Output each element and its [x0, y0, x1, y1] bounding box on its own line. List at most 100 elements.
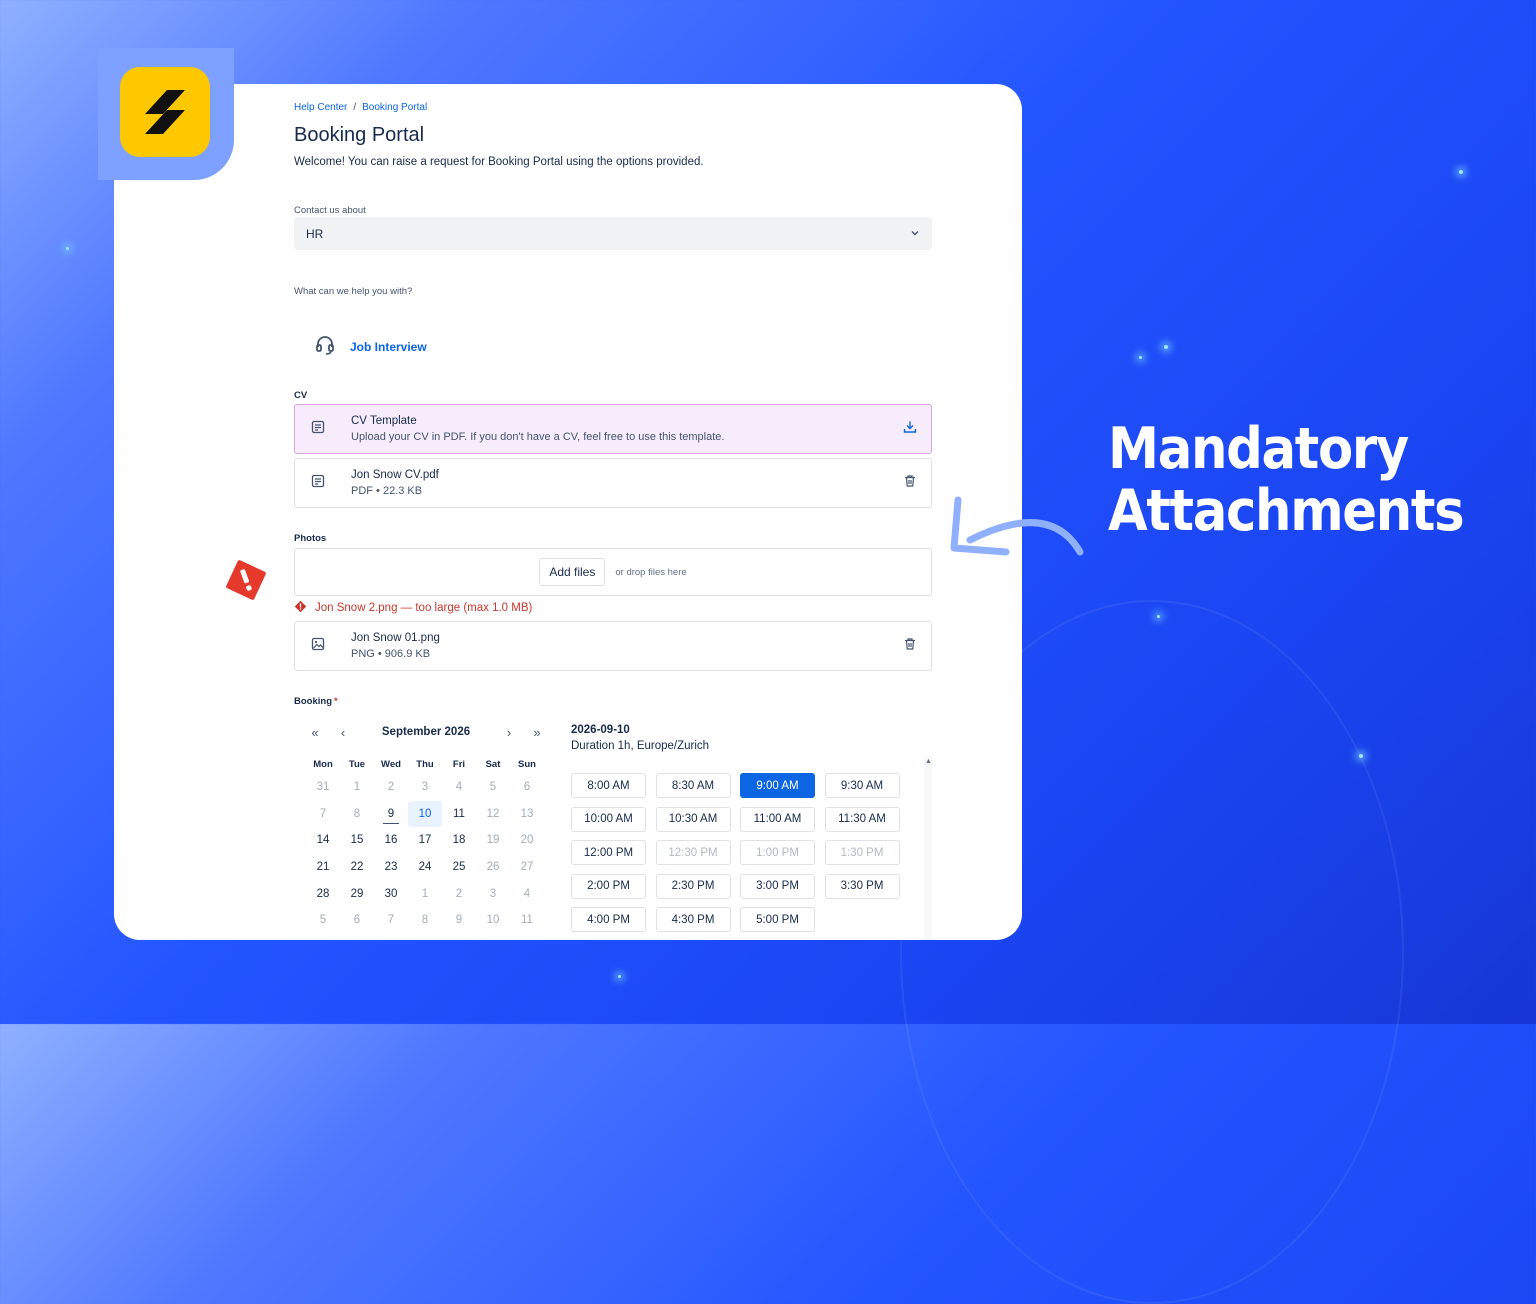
calendar-day: 31	[316, 781, 330, 794]
calendar-day[interactable]: 22	[340, 854, 374, 881]
image-icon	[311, 637, 331, 656]
time-slot[interactable]: 3:30 PM	[824, 873, 900, 899]
weekday-header: Tue	[348, 758, 366, 770]
calendar-day: 1	[421, 887, 429, 900]
cv-label: CV	[294, 390, 308, 401]
cv-file-meta: PDF • 22.3 KB	[351, 485, 423, 497]
request-type-job-interview[interactable]: Job Interview	[314, 334, 427, 359]
time-slot[interactable]: 8:00 AM	[571, 773, 646, 798]
calendar-day-selected[interactable]: 10	[408, 800, 442, 828]
calendar-day[interactable]: 11	[442, 801, 476, 828]
trash-icon[interactable]	[903, 474, 917, 493]
calendar-day[interactable]: 16	[374, 827, 408, 854]
calendar-day: 2	[387, 781, 395, 794]
contact-label: Contact us about	[294, 205, 366, 216]
required-mark: *	[334, 696, 338, 707]
booking-portal-card: Help Center / Booking Portal Booking Porta…	[114, 84, 1022, 940]
time-slots: 8:00 AM 8:30 AM 9:00 AM 9:30 AM 10:00 AM 10:3…	[571, 773, 900, 932]
photo-file-name: Jon Snow 01.png	[351, 632, 440, 644]
calendar-day[interactable]: 29	[340, 880, 374, 907]
document-icon	[311, 474, 331, 493]
upload-error: Jon Snow 2.png — too large (max 1.0 MB)	[294, 600, 532, 616]
selected-date: 2026-09-10	[571, 724, 630, 736]
time-slot[interactable]: 2:30 PM	[655, 873, 731, 899]
calendar-day[interactable]: 23	[374, 854, 408, 881]
time-slot[interactable]: 12:00 PM	[571, 840, 646, 865]
calendar-day[interactable]: 15	[340, 827, 374, 854]
calendar-day: 6	[523, 781, 531, 794]
next-year-button[interactable]: »	[528, 725, 546, 740]
error-icon	[294, 600, 307, 616]
photos-dropzone[interactable]: Add files or drop files here	[294, 548, 932, 596]
calendar-day: 1	[353, 781, 361, 794]
calendar-day: 13	[520, 807, 534, 820]
calendar-day[interactable]: 21	[306, 854, 340, 881]
time-slot[interactable]: 9:30 AM	[824, 773, 900, 798]
headline-line-1: Mandatory	[1108, 416, 1409, 482]
calendar-day: 3	[421, 781, 429, 794]
time-slot[interactable]: 4:00 PM	[571, 907, 646, 932]
calendar-day: 8	[421, 914, 429, 927]
calendar-day[interactable]: 14	[306, 827, 340, 854]
calendar-day: 27	[520, 861, 534, 874]
time-slot[interactable]: 3:00 PM	[740, 873, 815, 899]
add-files-button[interactable]: Add files	[539, 558, 606, 586]
calendar-day: 4	[523, 887, 531, 900]
breadcrumb-help-center[interactable]: Help Center	[294, 102, 347, 113]
cv-template-item[interactable]: CV Template Upload your CV in PDF. If yo…	[294, 404, 932, 454]
calendar-day: 10	[486, 914, 500, 927]
cv-template-name: CV Template	[351, 415, 417, 427]
time-slot[interactable]: 11:30 AM	[824, 806, 900, 832]
time-slot[interactable]: 11:00 AM	[740, 806, 815, 832]
document-icon	[311, 420, 331, 439]
calendar-day: 7	[319, 807, 327, 820]
cv-file-item: Jon Snow CV.pdf PDF • 22.3 KB	[294, 458, 932, 508]
calendar-day: 5	[319, 914, 327, 927]
date-picker: « ‹ September 2026 › » Mon Tue Wed Thu Fri Sa…	[306, 720, 546, 934]
page-title: Booking Portal	[294, 124, 425, 146]
prev-year-button[interactable]: «	[306, 725, 324, 740]
scroll-up-icon: ▲	[925, 758, 932, 765]
time-slot: 12:30 PM	[655, 840, 731, 865]
calendar-day[interactable]: 18	[442, 827, 476, 854]
drop-hint: or drop files here	[615, 566, 687, 578]
time-slot: 1:00 PM	[740, 840, 815, 865]
calendar-day[interactable]: 24	[408, 854, 442, 881]
calendar-day[interactable]: 17	[408, 827, 442, 854]
calendar-day[interactable]: 9	[374, 801, 408, 828]
time-slot[interactable]: 10:30 AM	[655, 806, 731, 832]
calendar-month: September 2026	[381, 726, 471, 738]
prev-month-button[interactable]: ‹	[334, 725, 352, 740]
headline: Mandatory Attachments	[1108, 416, 1465, 544]
time-slot[interactable]: 5:00 PM	[740, 907, 815, 932]
trash-icon[interactable]	[903, 637, 917, 656]
calendar-day: 5	[489, 781, 497, 794]
time-slot[interactable]: 10:00 AM	[571, 806, 646, 832]
time-slot-selected[interactable]: 9:00 AM	[740, 773, 815, 798]
calendar-day[interactable]: 28	[306, 880, 340, 907]
next-month-button[interactable]: ›	[500, 725, 518, 740]
warning-badge-icon	[224, 558, 268, 607]
time-slot[interactable]: 4:30 PM	[655, 907, 731, 932]
weekday-header: Wed	[381, 758, 401, 770]
calendar-nav: « ‹ September 2026 › »	[306, 720, 546, 744]
calendar-day: 2	[455, 887, 463, 900]
calendar-day[interactable]: 30	[374, 880, 408, 907]
help-label: What can we help you with?	[294, 286, 413, 297]
weekday-header: Thu	[416, 758, 434, 770]
calendar-grid: Mon Tue Wed Thu Fri Sat Sun 31 1 2 3 4 5 6 7 8 9 10 11 12 13…	[306, 754, 546, 934]
calendar-day: 11	[521, 914, 533, 927]
cv-template-description: Upload your CV in PDF. If you don't have…	[351, 431, 725, 443]
breadcrumb-booking-portal[interactable]: Booking Portal	[362, 102, 427, 113]
booking-label: Booking *	[294, 696, 338, 707]
photo-file-item: Jon Snow 01.png PNG • 906.9 KB	[294, 621, 932, 671]
calendar-day: 19	[486, 834, 500, 847]
headline-line-2: Attachments	[1108, 478, 1465, 544]
contact-select[interactable]: HR	[294, 217, 932, 250]
time-slot[interactable]: 8:30 AM	[655, 773, 731, 798]
download-icon[interactable]	[903, 420, 917, 439]
time-slot[interactable]: 2:00 PM	[571, 873, 646, 899]
slots-scrollbar[interactable]: ▲	[924, 756, 932, 940]
calendar-day[interactable]: 25	[442, 854, 476, 881]
upload-error-text: Jon Snow 2.png — too large (max 1.0 MB)	[315, 602, 533, 614]
